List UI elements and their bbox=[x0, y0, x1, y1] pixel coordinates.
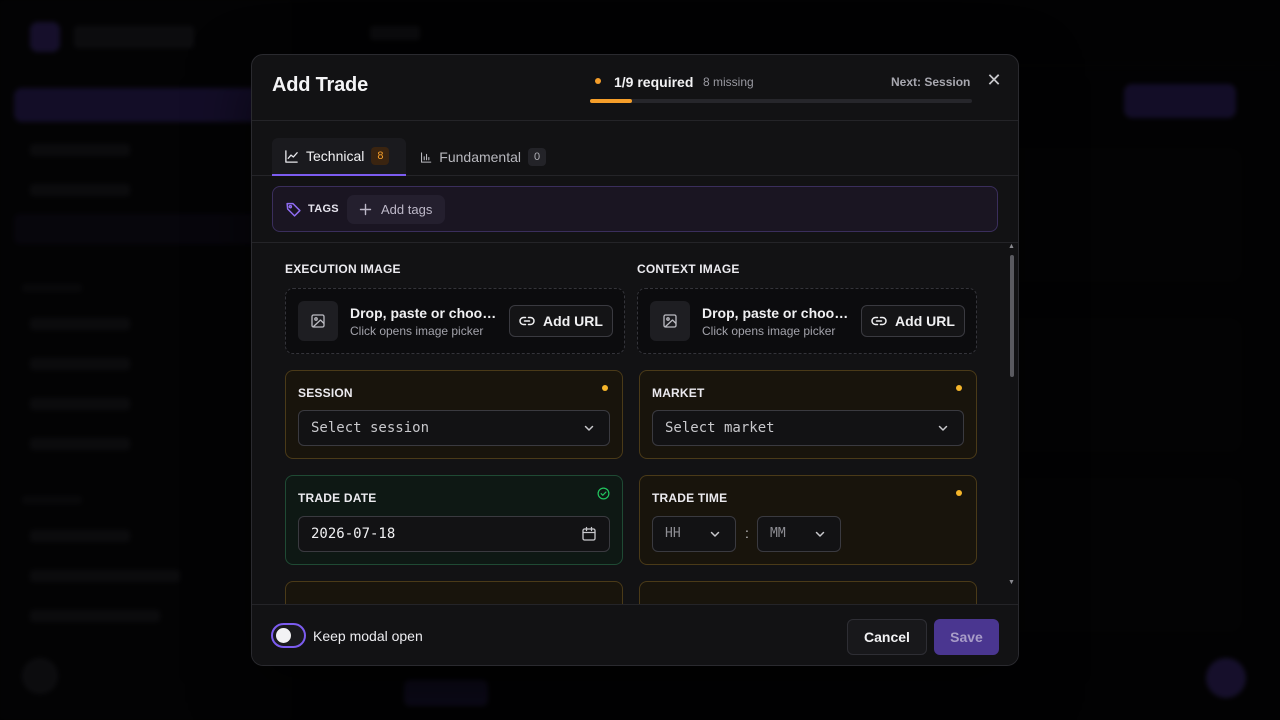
add-tags-button[interactable]: Add tags bbox=[347, 195, 446, 224]
tab-fundamental-count-badge: 0 bbox=[528, 148, 546, 166]
link-icon bbox=[871, 316, 887, 326]
market-select[interactable]: Select market bbox=[652, 410, 964, 446]
scrollbar-thumb[interactable] bbox=[1010, 255, 1014, 377]
tags-label: TAGS bbox=[308, 203, 339, 215]
add-url-label: Add URL bbox=[543, 313, 603, 329]
progress-required-text: 1/9 required bbox=[614, 74, 694, 90]
keep-modal-open-label: Keep modal open bbox=[313, 628, 423, 644]
chevron-down-icon bbox=[938, 425, 948, 431]
session-placeholder: Select session bbox=[311, 420, 430, 436]
required-indicator-dot bbox=[956, 385, 962, 391]
trade-date-input[interactable]: 2026-07-18 bbox=[298, 516, 610, 552]
tab-technical[interactable]: Technical 8 bbox=[272, 138, 406, 176]
context-image-dropzone[interactable]: Drop, paste or choose an image Click ope… bbox=[637, 288, 977, 354]
trade-date-field: TRADE DATE 2026-07-18 bbox=[285, 475, 623, 565]
link-icon bbox=[519, 316, 535, 326]
trade-date-label: TRADE DATE bbox=[298, 491, 377, 505]
progress-status-dot bbox=[595, 78, 601, 84]
context-add-url-button[interactable]: Add URL bbox=[861, 305, 965, 337]
context-image-label: CONTEXT IMAGE bbox=[637, 262, 740, 276]
dropzone-subtitle: Click opens image picker bbox=[350, 324, 484, 338]
keep-modal-open-toggle[interactable] bbox=[271, 623, 306, 648]
calendar-icon bbox=[582, 526, 596, 541]
modal-header: Add Trade 1/9 required 8 missing Next: S… bbox=[252, 55, 1018, 121]
hour-placeholder: HH bbox=[665, 526, 681, 541]
image-placeholder bbox=[650, 301, 690, 341]
scroll-up-arrow-icon[interactable]: ▲ bbox=[1008, 243, 1015, 250]
tag-icon bbox=[286, 202, 301, 217]
close-button[interactable]: ✕ bbox=[985, 71, 1003, 89]
progress-bar-fill bbox=[590, 99, 633, 103]
tab-bar: Technical 8 Fundamental 0 bbox=[252, 121, 1018, 176]
trade-date-value: 2026-07-18 bbox=[311, 526, 396, 542]
tab-technical-count-badge: 8 bbox=[371, 147, 390, 165]
bar-chart-icon bbox=[420, 151, 432, 163]
scroll-down-arrow-icon[interactable]: ▼ bbox=[1008, 579, 1015, 586]
session-label: SESSION bbox=[298, 386, 353, 400]
trade-time-field: TRADE TIME HH : MM bbox=[639, 475, 977, 565]
image-icon bbox=[311, 314, 325, 328]
market-field: MARKET Select market bbox=[639, 370, 977, 459]
session-field: SESSION Select session bbox=[285, 370, 623, 459]
next-field-label: Next: Session bbox=[891, 75, 971, 89]
required-indicator-dot bbox=[602, 385, 608, 391]
chevron-down-icon bbox=[584, 425, 594, 431]
check-circle-icon bbox=[597, 487, 610, 500]
dropzone-title: Drop, paste or choose an image bbox=[702, 305, 852, 321]
plus-icon bbox=[359, 203, 372, 216]
image-placeholder bbox=[298, 301, 338, 341]
dropzone-subtitle: Click opens image picker bbox=[702, 324, 836, 338]
next-field-card bbox=[639, 581, 977, 605]
dropzone-title: Drop, paste or choose an image bbox=[350, 305, 500, 321]
execution-add-url-button[interactable]: Add URL bbox=[509, 305, 613, 337]
session-select[interactable]: Select session bbox=[298, 410, 610, 446]
scrollbar[interactable]: ▲ ▼ bbox=[1006, 243, 1018, 589]
chevron-down-icon bbox=[815, 531, 825, 537]
progress-bar bbox=[590, 99, 972, 103]
execution-image-dropzone[interactable]: Drop, paste or choose an image Click ope… bbox=[285, 288, 625, 354]
tab-technical-label: Technical bbox=[306, 148, 365, 164]
add-url-label: Add URL bbox=[895, 313, 955, 329]
market-placeholder: Select market bbox=[665, 420, 775, 436]
required-indicator-dot bbox=[956, 490, 962, 496]
line-chart-icon bbox=[285, 149, 298, 163]
tags-bar: TAGS Add tags bbox=[272, 186, 998, 232]
next-field-card bbox=[285, 581, 623, 605]
modal-title: Add Trade bbox=[272, 74, 368, 96]
tab-fundamental-label: Fundamental bbox=[439, 149, 521, 165]
trade-time-label: TRADE TIME bbox=[652, 491, 728, 505]
progress-missing-text: 8 missing bbox=[703, 75, 754, 89]
cancel-button[interactable]: Cancel bbox=[847, 619, 927, 655]
add-trade-modal: Add Trade 1/9 required 8 missing Next: S… bbox=[251, 54, 1019, 666]
hour-select[interactable]: HH bbox=[652, 516, 736, 552]
modal-footer: Keep modal open Cancel Save bbox=[252, 604, 1018, 665]
market-label: MARKET bbox=[652, 386, 705, 400]
close-icon: ✕ bbox=[986, 70, 1002, 90]
chevron-down-icon bbox=[710, 531, 720, 537]
image-icon bbox=[663, 314, 677, 328]
save-button[interactable]: Save bbox=[934, 619, 999, 655]
time-separator: : bbox=[745, 525, 749, 541]
toggle-knob bbox=[276, 628, 291, 643]
execution-image-label: EXECUTION IMAGE bbox=[285, 262, 401, 276]
tab-fundamental[interactable]: Fundamental 0 bbox=[408, 138, 558, 176]
form-scroll-area[interactable]: EXECUTION IMAGE Drop, paste or choose an… bbox=[252, 243, 1018, 605]
add-tags-label: Add tags bbox=[381, 202, 433, 217]
minute-select[interactable]: MM bbox=[757, 516, 841, 552]
minute-placeholder: MM bbox=[770, 526, 786, 541]
